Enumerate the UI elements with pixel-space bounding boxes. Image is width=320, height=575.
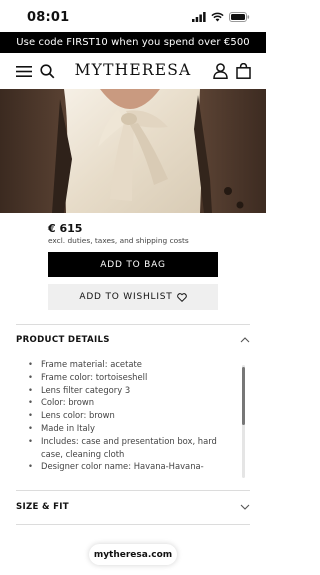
add-to-bag-label: ADD TO BAG — [100, 259, 166, 270]
promo-text: Use code FIRST10 when you spend over €50… — [16, 37, 250, 48]
list-item: Color: brown — [28, 396, 232, 409]
add-to-bag-button[interactable]: ADD TO BAG — [48, 252, 218, 277]
size-fit-header[interactable]: SIZE & FIT — [16, 497, 250, 517]
list-item: Lens filter category 3 — [28, 384, 232, 397]
site-header: MYTHERESA — [0, 53, 266, 89]
list-item: Includes: case and presentation box, har… — [28, 435, 232, 461]
url-text: mytheresa.com — [93, 549, 173, 560]
heart-icon — [176, 292, 187, 302]
battery-icon — [229, 12, 250, 22]
divider — [16, 524, 250, 525]
product-details-header[interactable]: PRODUCT DETAILS — [16, 330, 250, 350]
product-price: € 615 — [48, 222, 83, 235]
product-image[interactable] — [0, 89, 266, 213]
list-item: Frame color: tortoiseshell — [28, 371, 232, 384]
promo-banner[interactable]: Use code FIRST10 when you spend over €50… — [0, 32, 266, 53]
status-bar: 08:01 — [0, 0, 266, 32]
list-item: Designer color name: Havana-Havana- — [28, 460, 232, 473]
list-item: Lens color: brown — [28, 409, 232, 422]
add-to-wishlist-label: ADD TO WISHLIST — [79, 292, 173, 302]
chevron-up-icon — [240, 337, 250, 343]
chevron-down-icon — [240, 504, 250, 510]
details-scrollbar-thumb[interactable] — [242, 367, 245, 425]
product-photo — [0, 89, 266, 213]
status-time: 08:01 — [27, 10, 70, 25]
size-fit-title: SIZE & FIT — [16, 502, 69, 512]
browser-url-bar[interactable]: mytheresa.com — [89, 544, 177, 565]
list-item: Made in Italy — [28, 422, 232, 435]
product-details-list[interactable]: Frame material: acetate Frame color: tor… — [28, 358, 232, 480]
bag-icon[interactable] — [234, 62, 252, 80]
price-note: excl. duties, taxes, and shipping costs — [48, 236, 189, 245]
list-item: Frame material: acetate — [28, 358, 232, 371]
divider — [16, 324, 250, 325]
status-icons — [192, 11, 250, 23]
wifi-icon — [211, 12, 224, 22]
divider — [16, 490, 250, 491]
signal-icon — [192, 12, 206, 22]
add-to-wishlist-button[interactable]: ADD TO WISHLIST — [48, 284, 218, 310]
product-details-title: PRODUCT DETAILS — [16, 335, 110, 345]
account-icon[interactable] — [211, 62, 229, 80]
